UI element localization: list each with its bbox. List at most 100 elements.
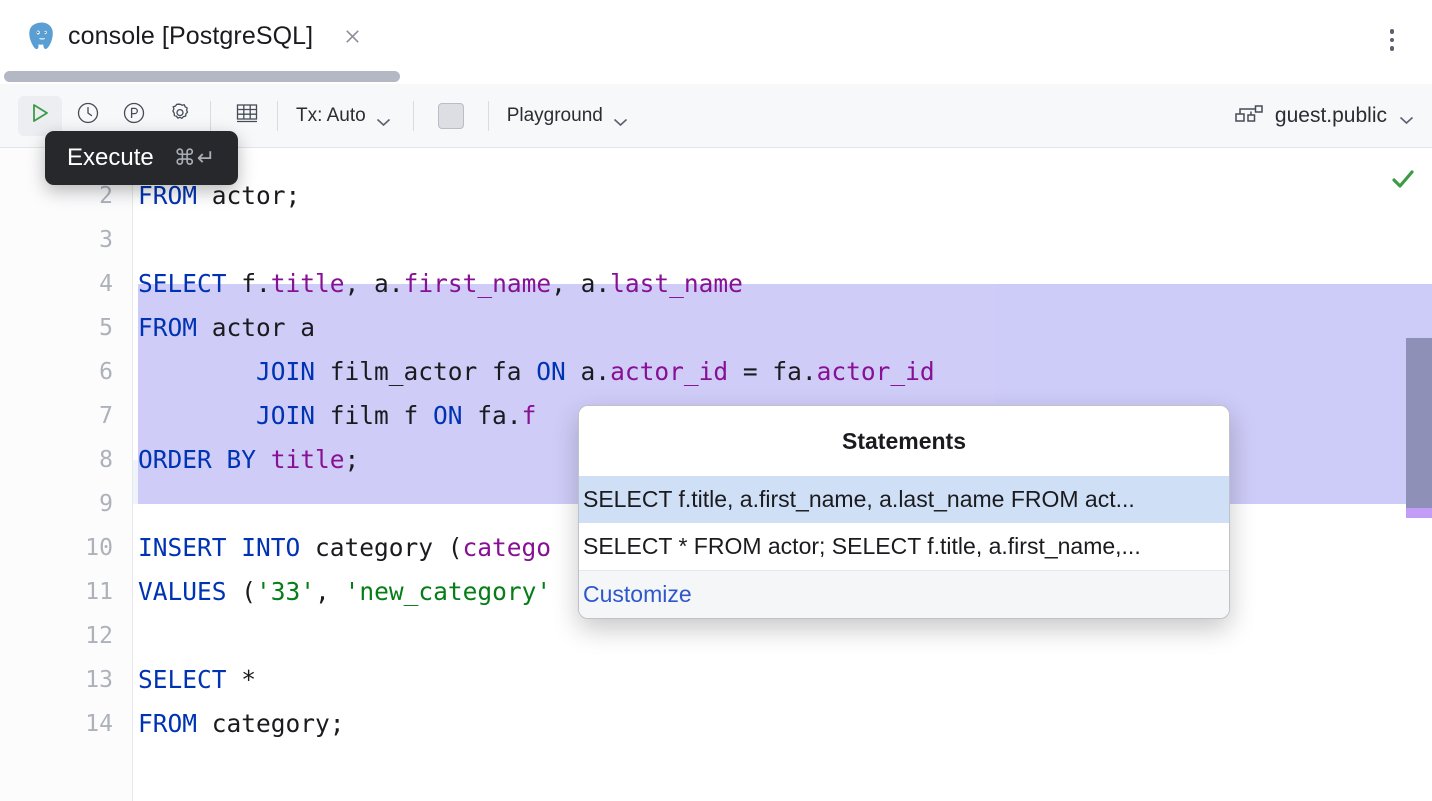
code-token: = fa. [728, 357, 817, 386]
toolbar-divider-3 [413, 101, 414, 131]
code-line-text: FROM actor a [138, 306, 315, 350]
customize-link[interactable]: Customize [579, 570, 1229, 618]
editor-scrollbar-thumb[interactable] [1406, 338, 1432, 513]
code-line-text: VALUES ('33', 'new_category' [138, 570, 551, 614]
code-line[interactable]: JOIN film_actor fa ON a.actor_id = fa.ac… [133, 350, 1432, 394]
postgresql-elephant-icon [28, 21, 56, 51]
history-button[interactable] [68, 96, 108, 136]
error-stripe-marker[interactable] [1406, 508, 1432, 518]
execute-tooltip: Execute ⌘↵ [45, 131, 238, 185]
line-number: 5 [3, 306, 113, 350]
clock-history-icon [75, 100, 101, 131]
code-line-text: SELECT f.title, a.first_name, a.last_nam… [138, 262, 743, 306]
statement-option-1[interactable]: SELECT f.title, a.first_name, a.last_nam… [579, 476, 1229, 523]
code-token: film_actor fa [315, 357, 536, 386]
statement-option-2[interactable]: SELECT * FROM actor; SELECT f.title, a.f… [579, 523, 1229, 570]
code-line-text: INSERT INTO category (catego [138, 526, 551, 570]
line-number-row: 5 [0, 306, 133, 350]
line-number-row: 6 [0, 350, 133, 394]
code-line[interactable] [133, 614, 1432, 658]
parameters-circle-p-icon [121, 100, 147, 131]
tab-title: console [PostgreSQL] [68, 22, 313, 51]
line-number: 11 [3, 570, 113, 614]
schema-selector[interactable]: guest.public [1235, 84, 1414, 148]
line-number: 8 [3, 438, 113, 482]
code-line[interactable]: SELECT f.title, a.first_name, a.last_nam… [133, 262, 1432, 306]
line-number-row: 13 [0, 658, 133, 702]
code-token: title [271, 445, 345, 474]
code-line-text: JOIN film_actor fa ON a.actor_id = fa.ac… [138, 350, 935, 394]
line-number: 9 [3, 482, 113, 526]
code-token: FROM [138, 709, 197, 738]
code-line[interactable]: FROM actor a [133, 306, 1432, 350]
line-number: 13 [3, 658, 113, 702]
code-token: , a. [345, 269, 404, 298]
code-token: 'new_category' [345, 577, 552, 606]
code-token: actor a [197, 313, 315, 342]
code-token: actor; [197, 181, 300, 210]
code-token: VALUES [138, 577, 227, 606]
code-token: fa. [463, 401, 522, 430]
code-line[interactable] [133, 218, 1432, 262]
line-number-row: 8 [0, 438, 133, 482]
output-grid-button[interactable] [227, 96, 267, 136]
close-icon[interactable] [337, 21, 367, 51]
code-token: category ( [300, 533, 462, 562]
tab-bar: console [PostgreSQL] [0, 0, 1432, 72]
line-number-row: 14 [0, 702, 133, 746]
gear-icon [167, 100, 193, 131]
line-number: 10 [3, 526, 113, 570]
code-token: f [522, 401, 537, 430]
code-token: last_name [610, 269, 743, 298]
code-token: category; [197, 709, 345, 738]
line-number: 14 [3, 702, 113, 746]
code-token: first_name [404, 269, 552, 298]
line-number-row: 10 [0, 526, 133, 570]
line-number-row: 3 [0, 218, 133, 262]
customize-label: Customize [583, 581, 692, 608]
statements-popup-title: Statements [579, 406, 1229, 476]
code-token: ON [433, 401, 463, 430]
tx-mode-selector[interactable]: Tx: Auto [296, 105, 391, 127]
code-token: ORDER BY [138, 445, 256, 474]
code-line[interactable]: FROM category; [133, 702, 1432, 746]
play-triangle-icon [29, 102, 51, 129]
stop-button[interactable] [424, 103, 478, 129]
schema-label: guest.public [1275, 104, 1387, 128]
code-token: JOIN [138, 401, 315, 430]
code-line[interactable]: FROM actor; [133, 174, 1432, 218]
line-number: 12 [3, 614, 113, 658]
line-number-row: 11 [0, 570, 133, 614]
code-line-text: JOIN film f ON fa.f [138, 394, 536, 438]
session-selector[interactable]: Playground [507, 105, 628, 127]
code-token: ( [227, 577, 257, 606]
settings-button[interactable] [160, 96, 200, 136]
code-token: FROM [138, 181, 197, 210]
code-token: JOIN [138, 357, 315, 386]
code-line[interactable]: SELECT * [133, 658, 1432, 702]
statement-option-label: SELECT f.title, a.first_name, a.last_nam… [583, 486, 1135, 513]
code-token: f. [227, 269, 271, 298]
chevron-down-icon [376, 111, 391, 120]
tab-console-postgresql[interactable]: console [PostgreSQL] [22, 8, 373, 64]
tooltip-shortcut: ⌘↵ [174, 145, 216, 171]
statement-option-label: SELECT * FROM actor; SELECT f.title, a.f… [583, 533, 1141, 560]
more-vertical-icon[interactable] [1374, 22, 1410, 58]
stop-square-icon [438, 103, 464, 129]
code-token: film f [315, 401, 433, 430]
toolbar-divider-1 [210, 101, 211, 131]
code-line-text: FROM category; [138, 702, 345, 746]
tab-scrollbar-thumb[interactable] [4, 71, 400, 82]
toolbar-divider-4 [488, 101, 489, 131]
toolbar-divider-2 [277, 101, 278, 131]
code-token: INSERT INTO [138, 533, 300, 562]
line-number: 4 [3, 262, 113, 306]
code-line-text: SELECT * [138, 658, 256, 702]
code-line-text: ORDER BY title; [138, 438, 359, 482]
line-number: 7 [3, 394, 113, 438]
parameters-button[interactable] [114, 96, 154, 136]
line-number-row: 9 [0, 482, 133, 526]
code-token: title [271, 269, 345, 298]
execute-button[interactable] [18, 96, 62, 136]
line-number-row: 12 [0, 614, 133, 658]
